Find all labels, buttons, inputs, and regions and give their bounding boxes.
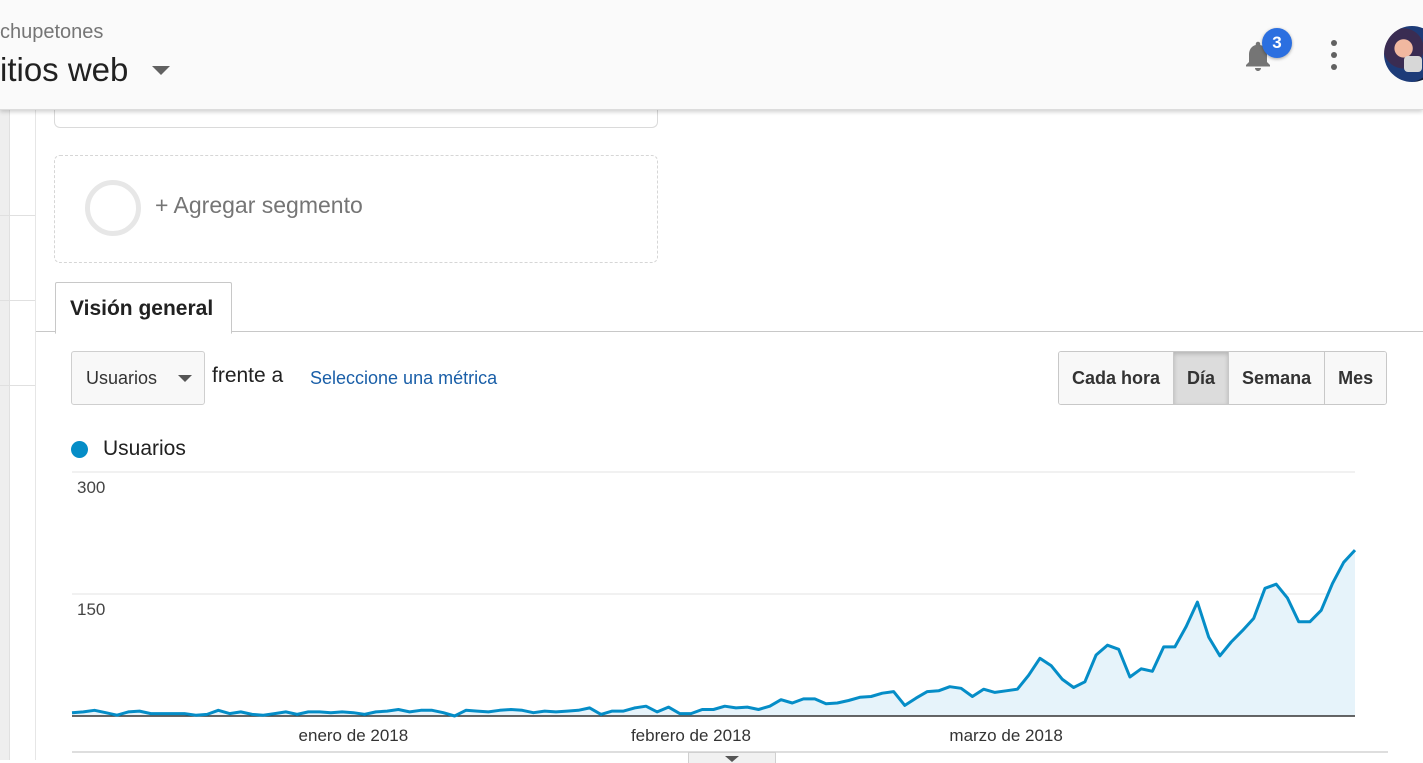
rail-divider — [0, 385, 36, 386]
account-name: chupetones — [0, 21, 104, 43]
tab-overview-label: Visión general — [70, 297, 214, 320]
granularity-month-button[interactable]: Mes — [1324, 352, 1387, 404]
rail-divider — [0, 300, 36, 301]
caret-down-icon[interactable] — [152, 66, 170, 75]
add-segment-card[interactable]: + Agregar segmento — [54, 155, 658, 263]
add-segment-label: + Agregar segmento — [155, 192, 363, 218]
y-tick-label: 150 — [77, 600, 105, 619]
notification-count-badge[interactable]: 3 — [1262, 28, 1292, 58]
more-vert-icon[interactable] — [1324, 38, 1344, 72]
chart-svg: 150 300 enero de 2018 febrero de 2018 marzo … — [71, 471, 1388, 753]
granularity-hourly-button[interactable]: Cada hora — [1059, 352, 1174, 404]
property-selector-title[interactable]: itios web — [0, 50, 128, 90]
chart-resize-handle[interactable] — [688, 752, 776, 763]
granularity-day-button[interactable]: Día — [1173, 352, 1229, 404]
granularity-week-button[interactable]: Semana — [1228, 352, 1325, 404]
metric-select[interactable]: Usuarios — [71, 351, 205, 405]
users-line-chart: 150 300 enero de 2018 febrero de 2018 marzo … — [0, 460, 1423, 760]
x-tick-label: marzo de 2018 — [949, 726, 1062, 745]
versus-label: frente a — [212, 364, 284, 387]
x-tick-label: enero de 2018 — [299, 726, 409, 745]
user-avatar[interactable] — [1384, 26, 1423, 82]
tab-overview[interactable]: Visión general — [55, 282, 232, 334]
metric-select-value: Usuarios — [86, 368, 158, 388]
tab-bar-divider — [36, 331, 1423, 332]
granularity-toggle: Cada hora Día Semana Mes — [1058, 351, 1388, 405]
caret-down-icon — [178, 375, 192, 382]
x-tick-label: febrero de 2018 — [631, 726, 751, 745]
select-metric-link[interactable]: Seleccione una métrica — [310, 368, 497, 389]
legend-series-label: Usuarios — [103, 437, 186, 460]
legend-marker — [71, 441, 88, 458]
series-area-fill — [72, 550, 1355, 716]
top-app-bar: chupetones itios web 3 — [0, 0, 1423, 110]
y-tick-label: 300 — [77, 478, 105, 497]
segment-ring-icon — [85, 180, 141, 236]
rail-divider — [0, 215, 36, 216]
